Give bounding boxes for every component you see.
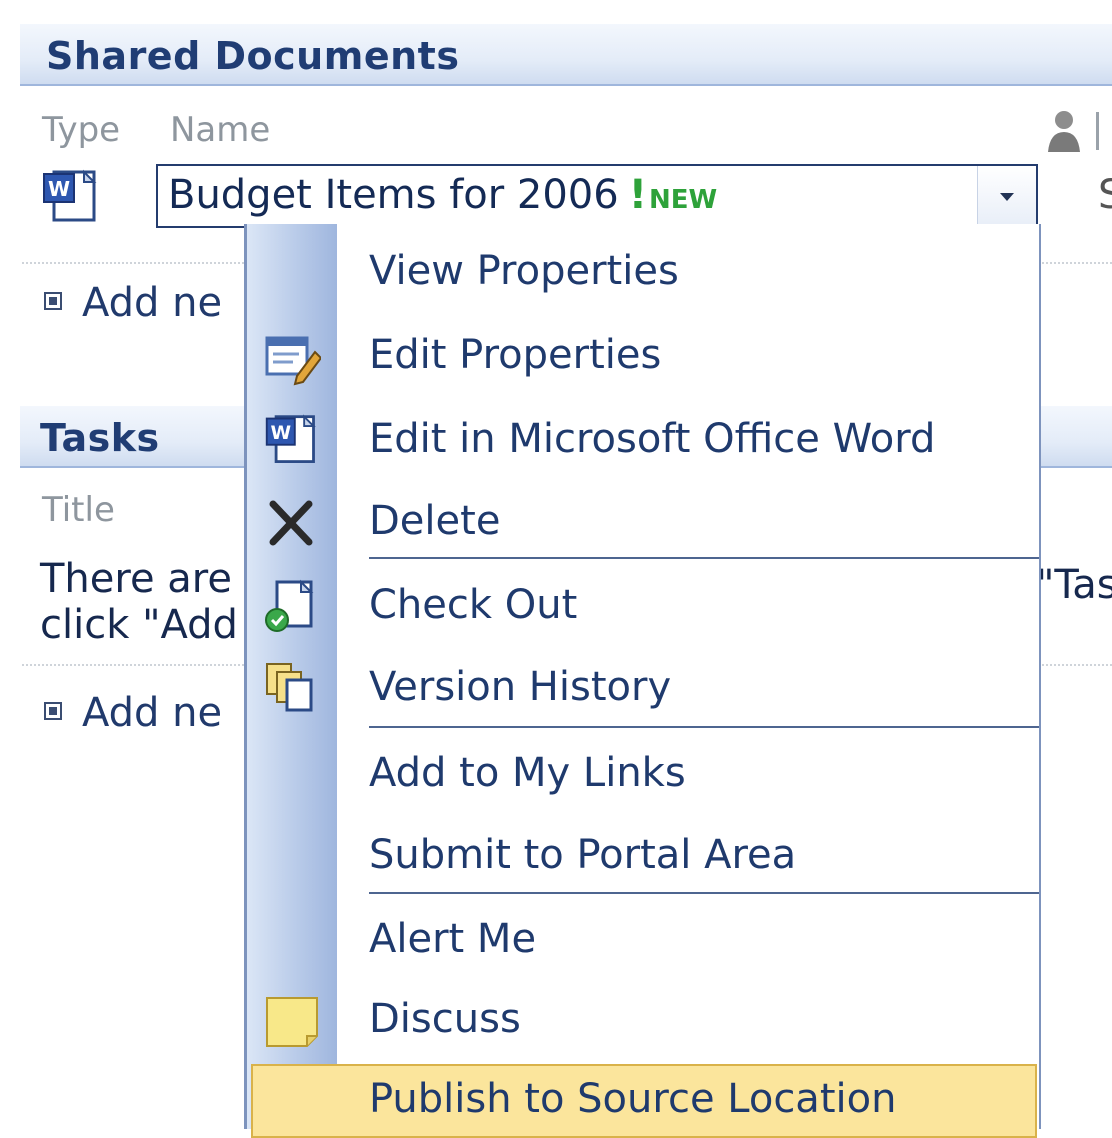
document-context-menu: View Properties Edit Properties W Edit i… (244, 224, 1041, 1138)
menu-item-edit-properties[interactable]: Edit Properties (247, 316, 1039, 396)
word-document-icon[interactable]: W (40, 168, 102, 228)
tasks-empty-message-right: "Tas (1036, 562, 1112, 608)
menu-item-discuss[interactable]: Discuss (247, 980, 1039, 1060)
menu-item-submit-to-portal-area[interactable]: Submit to Portal Area (247, 816, 1039, 896)
check-out-icon (265, 579, 314, 632)
column-name-header[interactable]: Name (170, 110, 270, 150)
menu-separator (369, 557, 1039, 559)
svg-text:W: W (270, 423, 291, 444)
tasks-empty-message-line2: click "Add (40, 602, 238, 648)
menu-separator (369, 726, 1039, 728)
new-badge: NEW (648, 185, 718, 215)
menu-item-version-history[interactable]: Version History (247, 648, 1039, 728)
add-bullet-icon (44, 292, 62, 310)
column-type-header[interactable]: Type (42, 110, 120, 150)
shared-documents-title[interactable]: Shared Documents (46, 34, 459, 78)
menu-item-add-to-my-links[interactable]: Add to My Links (247, 734, 1039, 814)
menu-item-check-out[interactable]: Check Out (247, 566, 1039, 646)
menu-separator (369, 892, 1039, 894)
word-document-icon: W (265, 414, 316, 463)
tasks-title[interactable]: Tasks (40, 416, 160, 460)
document-row-partial-text: S (1098, 172, 1112, 218)
document-name-link[interactable]: Budget Items for 2006 (168, 172, 619, 218)
tasks-empty-message-line1: There are (40, 556, 232, 602)
add-bullet-icon (44, 702, 62, 720)
new-exclamation-icon: ! (628, 172, 647, 218)
discuss-note-icon (266, 997, 318, 1047)
document-name-dropdown[interactable]: Budget Items for 2006 !NEW (156, 164, 1038, 228)
version-history-icon (266, 663, 313, 712)
column-header-partial (1096, 112, 1112, 150)
menu-item-publish-to-source-location[interactable]: Publish to Source Location (251, 1064, 1037, 1138)
menu-item-edit-in-word[interactable]: W Edit in Microsoft Office Word (247, 400, 1039, 480)
menu-item-view-properties[interactable]: View Properties (247, 232, 1039, 312)
dropdown-arrow-button[interactable] (977, 166, 1036, 226)
add-new-document-link[interactable]: Add ne (44, 280, 222, 326)
column-title-header[interactable]: Title (42, 490, 115, 530)
menu-item-alert-me[interactable]: Alert Me (247, 900, 1039, 980)
svg-text:W: W (48, 177, 70, 201)
edit-properties-icon (265, 336, 321, 386)
menu-item-delete[interactable]: Delete (247, 482, 1039, 562)
person-icon (1048, 111, 1080, 152)
delete-x-icon (269, 500, 313, 546)
add-new-task-link[interactable]: Add ne (44, 690, 222, 736)
shared-documents-header: Shared Documents (20, 24, 1112, 86)
